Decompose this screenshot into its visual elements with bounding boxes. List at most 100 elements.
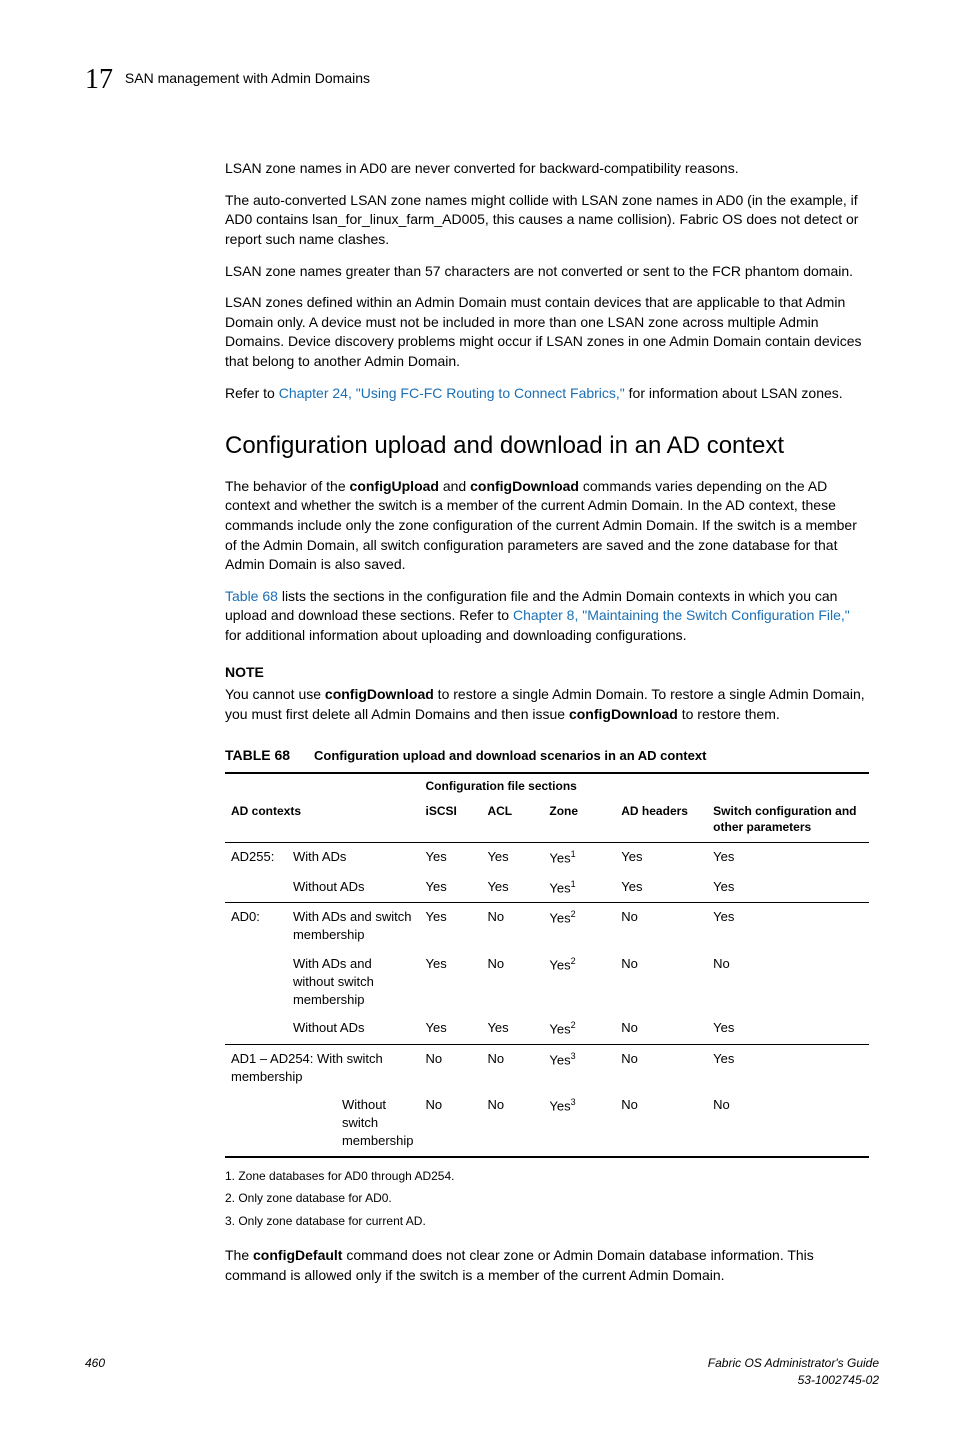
text: Refer to bbox=[225, 385, 279, 401]
table-row: Without ADsYesYesYes1YesYes bbox=[225, 873, 869, 903]
cell-zone: Yes3 bbox=[543, 1044, 615, 1091]
footnote: 2. Only zone database for AD0. bbox=[225, 1190, 869, 1207]
table-row: AD1 – AD254: With switch membershipNoNoY… bbox=[225, 1044, 869, 1091]
cross-reference-link[interactable]: Chapter 24, "Using FC-FC Routing to Conn… bbox=[279, 385, 625, 401]
context-desc: Without ADs bbox=[287, 873, 420, 903]
cell-zone: Yes2 bbox=[543, 1014, 615, 1044]
cell-sw: No bbox=[707, 950, 869, 1015]
cell-adh: No bbox=[615, 1091, 707, 1157]
table-footnotes: 1. Zone databases for AD0 through AD254.… bbox=[225, 1168, 869, 1230]
footnote: 1. Zone databases for AD0 through AD254. bbox=[225, 1168, 869, 1185]
context-desc: Without ADs bbox=[287, 1014, 420, 1044]
cell-iscsi: No bbox=[420, 1044, 482, 1091]
context-label bbox=[225, 1014, 287, 1044]
context-desc: With ADs and switch membership bbox=[287, 903, 420, 950]
cell-zone: Yes3 bbox=[543, 1091, 615, 1157]
page-header: 17 SAN management with Admin Domains bbox=[85, 60, 879, 99]
book-title: Fabric OS Administrator's Guide bbox=[708, 1355, 879, 1372]
command-name: configDownload bbox=[569, 706, 678, 722]
cell-acl: No bbox=[481, 950, 543, 1015]
cross-reference-link[interactable]: Table 68 bbox=[225, 588, 278, 604]
paragraph: The configDefault command does not clear… bbox=[225, 1246, 869, 1285]
context-desc: With ADs bbox=[287, 843, 420, 873]
cell-adh: No bbox=[615, 1044, 707, 1091]
page-footer: 460 Fabric OS Administrator's Guide 53-1… bbox=[85, 1355, 879, 1389]
chapter-title: SAN management with Admin Domains bbox=[125, 70, 370, 86]
column-group-header: Configuration file sections bbox=[420, 773, 870, 797]
table-row: With ADs and without switch membershipYe… bbox=[225, 950, 869, 1015]
text: You cannot use bbox=[225, 686, 325, 702]
context-label: AD0: bbox=[225, 903, 287, 950]
cell-iscsi: Yes bbox=[420, 950, 482, 1015]
command-name: configDownload bbox=[325, 686, 434, 702]
note-paragraph: You cannot use configDownload to restore… bbox=[225, 685, 869, 724]
paragraph: LSAN zone names greater than 57 characte… bbox=[225, 262, 869, 282]
cell-adh: No bbox=[615, 903, 707, 950]
column-header: AD contexts bbox=[225, 797, 420, 843]
text: The behavior of the bbox=[225, 478, 350, 494]
paragraph: LSAN zone names in AD0 are never convert… bbox=[225, 159, 869, 179]
cell-iscsi: Yes bbox=[420, 873, 482, 903]
cell-sw: No bbox=[707, 1091, 869, 1157]
cell-iscsi: Yes bbox=[420, 903, 482, 950]
context-label bbox=[225, 1091, 287, 1157]
cell-acl: No bbox=[481, 1091, 543, 1157]
column-header: Switch configuration and other parameter… bbox=[707, 797, 869, 843]
column-header: ACL bbox=[481, 797, 543, 843]
context-label: AD255: bbox=[225, 843, 287, 873]
cell-sw: Yes bbox=[707, 903, 869, 950]
command-name: configUpload bbox=[350, 478, 439, 494]
text: to restore them. bbox=[678, 706, 780, 722]
cell-iscsi: Yes bbox=[420, 843, 482, 873]
cell-sw: Yes bbox=[707, 843, 869, 873]
table-row: Without switch membershipNoNoYes3NoNo bbox=[225, 1091, 869, 1157]
cell-zone: Yes1 bbox=[543, 873, 615, 903]
context-desc: Without switch membership bbox=[287, 1091, 420, 1157]
cell-adh: Yes bbox=[615, 843, 707, 873]
text: and bbox=[439, 478, 470, 494]
cell-adh: No bbox=[615, 950, 707, 1015]
section-heading: Configuration upload and download in an … bbox=[225, 429, 869, 463]
paragraph: The auto-converted LSAN zone names might… bbox=[225, 191, 869, 250]
page-number: 460 bbox=[85, 1355, 105, 1389]
cell-sw: Yes bbox=[707, 1044, 869, 1091]
paragraph: LSAN zones defined within an Admin Domai… bbox=[225, 293, 869, 371]
text: for additional information about uploadi… bbox=[225, 627, 687, 643]
cell-sw: Yes bbox=[707, 873, 869, 903]
paragraph: Table 68 lists the sections in the confi… bbox=[225, 587, 869, 646]
cell-zone: Yes2 bbox=[543, 950, 615, 1015]
cell-zone: Yes2 bbox=[543, 903, 615, 950]
context-label bbox=[225, 950, 287, 1015]
footnote: 3. Only zone database for current AD. bbox=[225, 1213, 869, 1230]
cell-sw: Yes bbox=[707, 1014, 869, 1044]
text: The bbox=[225, 1247, 253, 1263]
column-header: iSCSI bbox=[420, 797, 482, 843]
cross-reference-link[interactable]: Chapter 8, "Maintaining the Switch Confi… bbox=[513, 607, 850, 623]
document-number: 53-1002745-02 bbox=[708, 1372, 879, 1389]
context-label bbox=[225, 873, 287, 903]
column-header: Zone bbox=[543, 797, 615, 843]
paragraph: The behavior of the configUpload and con… bbox=[225, 477, 869, 575]
context-cell: AD1 – AD254: With switch membership bbox=[225, 1044, 420, 1091]
cell-acl: No bbox=[481, 1044, 543, 1091]
cell-adh: No bbox=[615, 1014, 707, 1044]
command-name: configDefault bbox=[253, 1247, 342, 1263]
body-column: LSAN zone names in AD0 are never convert… bbox=[225, 159, 869, 1285]
text: for information about LSAN zones. bbox=[625, 385, 843, 401]
config-scenarios-table: Configuration file sections AD contexts … bbox=[225, 772, 869, 1158]
note-label: NOTE bbox=[225, 663, 869, 683]
cell-acl: No bbox=[481, 903, 543, 950]
chapter-number: 17 bbox=[85, 60, 113, 99]
table-number: TABLE 68 bbox=[225, 747, 290, 763]
cell-acl: Yes bbox=[481, 843, 543, 873]
context-desc: With ADs and without switch membership bbox=[287, 950, 420, 1015]
cell-acl: Yes bbox=[481, 1014, 543, 1044]
cell-acl: Yes bbox=[481, 873, 543, 903]
table-caption: TABLE 68 Configuration upload and downlo… bbox=[225, 746, 869, 766]
command-name: configDownload bbox=[470, 478, 579, 494]
cell-adh: Yes bbox=[615, 873, 707, 903]
paragraph: Refer to Chapter 24, "Using FC-FC Routin… bbox=[225, 384, 869, 404]
table-title: Configuration upload and download scenar… bbox=[314, 748, 706, 763]
cell-zone: Yes1 bbox=[543, 843, 615, 873]
table-row: AD255:With ADsYesYesYes1YesYes bbox=[225, 843, 869, 873]
